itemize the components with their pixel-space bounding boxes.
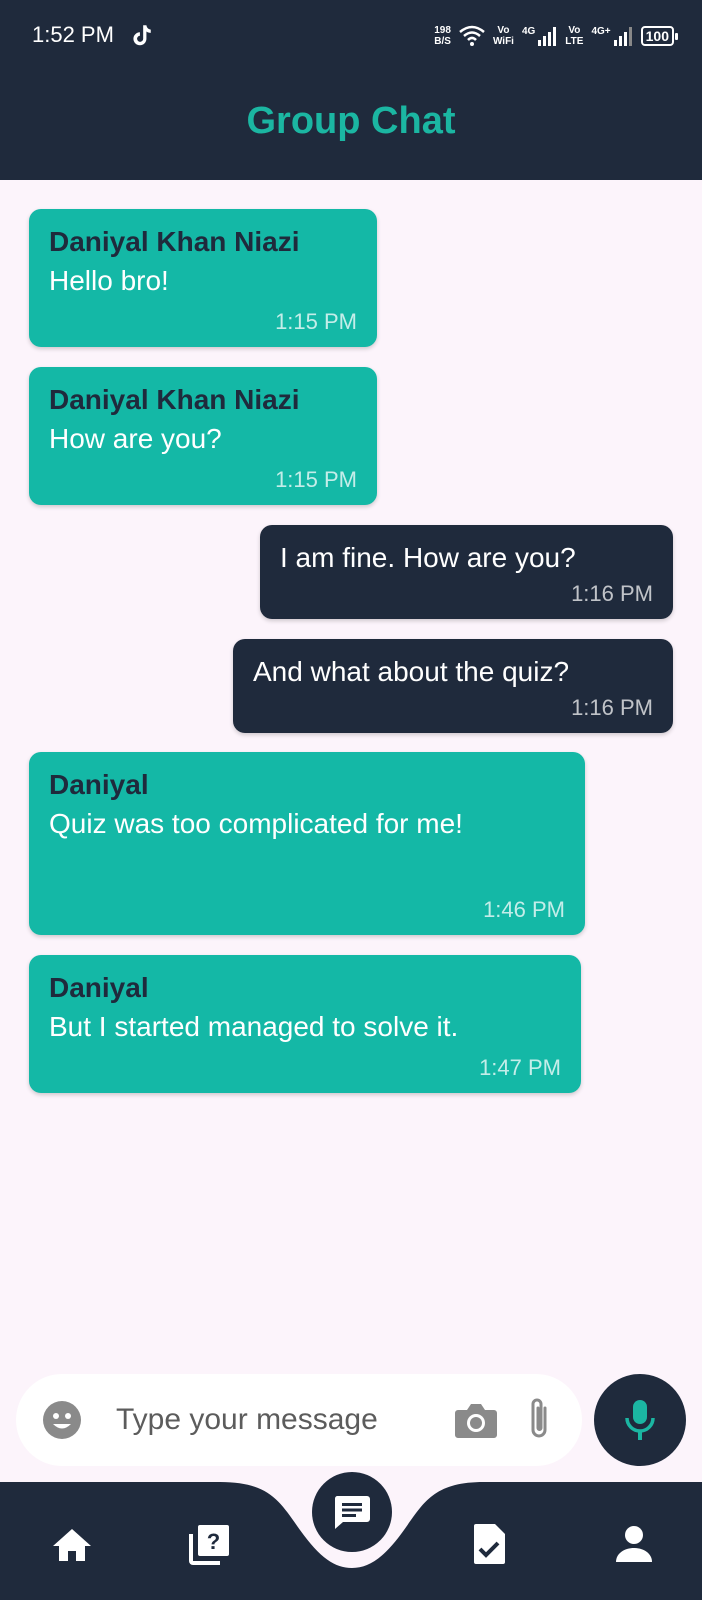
message-sender: Daniyal Khan Niazi: [49, 226, 300, 257]
signal-bars-icon: [538, 27, 557, 46]
sim1-network: 4G: [521, 26, 536, 37]
message-sender: Daniyal Khan Niazi: [49, 384, 300, 415]
message-bubble-incoming[interactable]: Daniyal Khan Niazi How are you? 1:15 PM: [29, 367, 377, 505]
message-bubble-incoming[interactable]: Daniyal Quiz was too complicated for me!…: [29, 752, 585, 935]
message-time: 1:15 PM: [275, 309, 357, 334]
message-text: How are you?: [49, 423, 222, 454]
message-composer: [16, 1374, 582, 1466]
speed-unit: B/S: [434, 36, 451, 47]
tiktok-icon: [133, 25, 151, 46]
sim2-signal: 4G+: [591, 26, 632, 46]
wifi-icon: [459, 25, 485, 46]
network-speed: 198 B/S: [434, 25, 451, 47]
vowifi-label: Vo WiFi: [493, 25, 514, 47]
volte-label: Vo LTE: [565, 25, 583, 47]
status-bar: 1:52 PM 198 B/S Vo WiFi 4G Vo LTE 4G+ 10…: [0, 0, 702, 72]
sim2-network: 4G+: [591, 26, 611, 37]
message-bubble-incoming[interactable]: Daniyal But I started managed to solve i…: [29, 955, 581, 1093]
message-text: And what about the quiz?: [253, 656, 570, 687]
vowifi-top: Vo: [497, 25, 510, 36]
message-sender: Daniyal: [49, 769, 149, 800]
quiz-icon[interactable]: ?: [186, 1520, 234, 1568]
vowifi-bottom: WiFi: [492, 36, 514, 47]
page-title: Group Chat: [246, 100, 456, 142]
emoji-icon[interactable]: [42, 1400, 82, 1440]
camera-icon[interactable]: [454, 1400, 498, 1440]
message-input[interactable]: [116, 1396, 436, 1444]
status-indicators: 198 B/S Vo WiFi 4G Vo LTE 4G+ 100: [434, 20, 679, 52]
message-time: 1:47 PM: [479, 1055, 561, 1080]
battery-indicator: 100: [640, 26, 679, 46]
message-bubble-incoming[interactable]: Daniyal Khan Niazi Hello bro! 1:15 PM: [29, 209, 377, 347]
speed-value: 198: [434, 25, 451, 36]
paperclip-icon[interactable]: [524, 1396, 554, 1442]
message-sender: Daniyal: [49, 972, 149, 1003]
status-time: 1:52 PM: [32, 22, 114, 47]
signal-bars-icon: [613, 27, 632, 46]
assignment-check-icon[interactable]: [466, 1520, 514, 1568]
message-time: 1:16 PM: [571, 695, 653, 720]
chat-nav-button[interactable]: [312, 1472, 392, 1552]
message-text: But I started managed to solve it.: [49, 1011, 459, 1042]
chat-icon: [334, 1496, 370, 1529]
app-header: 1:52 PM 198 B/S Vo WiFi 4G Vo LTE 4G+ 10…: [0, 0, 702, 180]
microphone-icon: [625, 1400, 655, 1440]
mic-button[interactable]: [594, 1374, 686, 1466]
message-bubble-outgoing[interactable]: And what about the quiz? 1:16 PM: [233, 639, 673, 733]
message-text: I am fine. How are you?: [280, 542, 576, 573]
volte-top: Vo: [568, 25, 581, 36]
svg-text:?: ?: [207, 1529, 220, 1554]
person-icon[interactable]: [610, 1520, 658, 1568]
message-text: Hello bro!: [49, 265, 169, 296]
message-bubble-outgoing[interactable]: I am fine. How are you? 1:16 PM: [260, 525, 673, 619]
message-time: 1:46 PM: [483, 897, 565, 922]
sim1-signal: 4G: [522, 26, 557, 46]
message-text: Quiz was too complicated for me!: [49, 808, 463, 839]
message-time: 1:15 PM: [275, 467, 357, 492]
home-icon[interactable]: [48, 1522, 96, 1570]
volte-bottom: LTE: [565, 36, 584, 47]
message-time: 1:16 PM: [571, 581, 653, 606]
